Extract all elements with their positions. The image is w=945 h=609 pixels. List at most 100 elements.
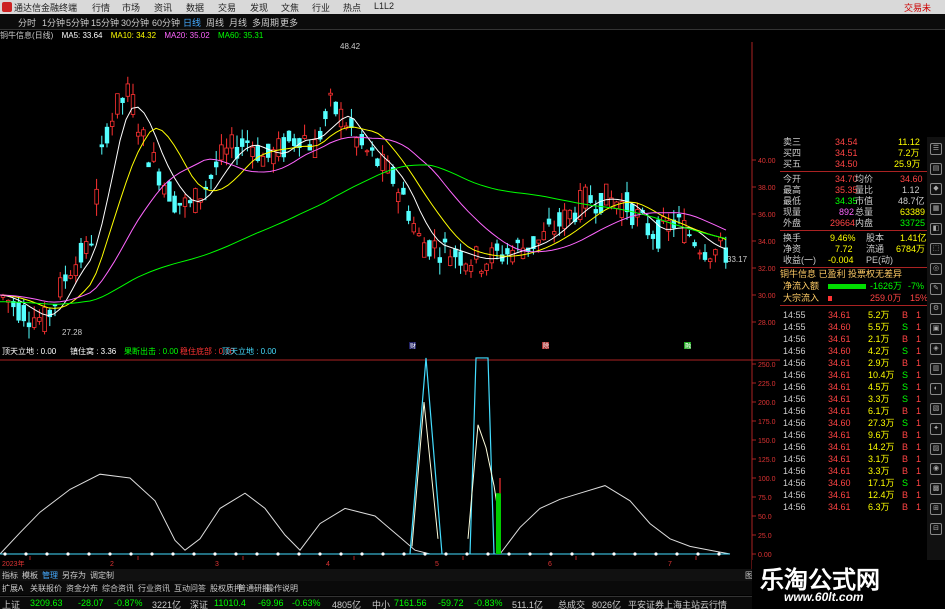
tick-row: 14:56 34.61 6.1万 B 1 [783, 406, 922, 416]
candle-body [630, 203, 635, 226]
stock-name: 铜牛信息(日线) [0, 31, 54, 40]
time-label: 2023年 [2, 559, 25, 568]
baseline-dot [66, 552, 70, 556]
candle-body [99, 144, 104, 148]
baseline-dot [486, 552, 490, 556]
bottom-tab[interactable]: 管理 [42, 570, 58, 581]
tool-icon[interactable]: ⊟ [930, 523, 942, 535]
menu-item[interactable]: 文焦 [281, 1, 299, 14]
candle-body [676, 213, 682, 218]
info-tab[interactable]: 综合资讯 [102, 583, 134, 594]
tool-icon[interactable]: ◉ [930, 463, 942, 475]
baseline-dot [402, 552, 406, 556]
tool-strip: ☰ ▤ ◆ ▦ ◧ ⬚ ◎ ✎ ⚙ ▣ ◈ ▥ ◐ ▧ ✦ ▨ ◉ ▩ ⊞ ⊟ [927, 137, 945, 597]
tool-icon[interactable]: ◎ [930, 263, 942, 275]
candle-body [702, 252, 708, 260]
baseline-dot [192, 552, 196, 556]
tool-icon[interactable]: ☰ [930, 143, 942, 155]
candle-body [354, 137, 359, 148]
tool-icon[interactable]: ✦ [930, 423, 942, 435]
index-sz-label[interactable]: 深证 [190, 598, 208, 609]
tick-row: 14:56 34.61 4.5万 S 1 [783, 382, 922, 392]
tool-icon[interactable]: ⚙ [930, 303, 942, 315]
info-tab[interactable]: 行业资讯 [138, 583, 170, 594]
tool-icon[interactable]: ◧ [930, 223, 942, 235]
tool-icon[interactable]: ⊞ [930, 503, 942, 515]
menu-item[interactable]: 发现 [250, 1, 268, 14]
candle-body [552, 231, 557, 235]
menu-item[interactable]: 数据 [186, 1, 204, 14]
baseline-dot [549, 552, 553, 556]
index-sme-label[interactable]: 中小 [372, 598, 390, 609]
server-status[interactable]: 平安证券上海主站云行情 [628, 598, 727, 609]
baseline-dot [717, 552, 721, 556]
tool-icon[interactable]: ◈ [930, 343, 942, 355]
candle-body [395, 192, 401, 202]
candle-body [349, 118, 354, 128]
tab-intraday[interactable]: 分时 [18, 16, 36, 29]
info-tab[interactable]: 扩展A [2, 583, 23, 594]
menu-item[interactable]: 资讯 [154, 1, 172, 14]
index-sz-chg: -69.96 [258, 598, 284, 608]
tab-monthly[interactable]: 月线 [229, 16, 247, 29]
app-title: 通达信金融终端 [14, 3, 78, 13]
tool-icon[interactable]: ◐ [930, 383, 942, 395]
candle-body [692, 242, 697, 247]
tool-icon[interactable]: ✎ [930, 283, 942, 295]
tab-15min[interactable]: 15分钟 [91, 16, 119, 29]
menu-item[interactable]: 行情 [92, 1, 110, 14]
menu-item[interactable]: 行业 [312, 1, 330, 14]
tool-icon[interactable]: ▣ [930, 323, 942, 335]
tab-30min[interactable]: 30分钟 [121, 16, 149, 29]
tool-icon[interactable]: ▧ [930, 403, 942, 415]
menu-item[interactable]: 市场 [122, 1, 140, 14]
tool-icon[interactable]: ▩ [930, 483, 942, 495]
info-tab[interactable]: 互动问答 [174, 583, 206, 594]
info-tab[interactable]: 关联报价 [30, 583, 62, 594]
tab-5min[interactable]: 5分钟 [66, 16, 89, 29]
tool-icon[interactable]: ▦ [930, 203, 942, 215]
tool-icon[interactable]: ▨ [930, 443, 942, 455]
menu-item[interactable]: 热点 [343, 1, 361, 14]
tab-daily[interactable]: 日线 [183, 16, 201, 29]
tool-icon[interactable]: ▥ [930, 363, 942, 375]
candle-body [89, 243, 94, 246]
baseline-dot [87, 552, 91, 556]
candle-body [562, 209, 567, 230]
candle-body [167, 181, 172, 202]
menu-item[interactable]: L1L2 [374, 1, 394, 11]
chart-area[interactable]: 40.0038.0036.0034.0032.0030.0028.00 48.4… [0, 42, 780, 569]
tick-row: 14:56 34.61 3.3万 B 1 [783, 466, 922, 476]
time-label: 2 [110, 561, 114, 568]
baseline-dot [213, 552, 217, 556]
tab-more[interactable]: 更多 [280, 16, 298, 29]
info-tab[interactable]: 操作说明 [266, 583, 298, 594]
bottom-tab[interactable]: 指标 [2, 570, 18, 581]
tab-weekly[interactable]: 周线 [206, 16, 224, 29]
candle-body [73, 264, 78, 276]
bottom-tab[interactable]: 模板 [22, 570, 38, 581]
bottom-tab[interactable]: 另存为 [62, 570, 86, 581]
candle-body [219, 144, 224, 161]
menu-item[interactable]: 交易 [218, 1, 236, 14]
tab-60min[interactable]: 60分钟 [152, 16, 180, 29]
baseline-dot [297, 552, 301, 556]
ma20-label: MA20: 35.02 [164, 31, 210, 40]
tab-1min[interactable]: 1分钟 [42, 16, 65, 29]
candle-body [593, 209, 598, 214]
tool-icon[interactable]: ▤ [930, 163, 942, 175]
tool-icon[interactable]: ◆ [930, 183, 942, 195]
bottom-tab[interactable]: 调定制 [90, 570, 114, 581]
company-info[interactable]: 铜牛信息 已盈利 投票权无差异 [780, 269, 927, 280]
tick-row: 14:56 34.60 4.2万 S 1 [783, 346, 922, 356]
tool-icon[interactable]: ⬚ [930, 243, 942, 255]
index-sme-amt: 511.1亿 [512, 600, 543, 609]
tab-multi-period[interactable]: 多周期 [252, 16, 279, 29]
trade-button[interactable]: 交易未 [904, 1, 931, 14]
info-tab[interactable]: 资金分布 [66, 583, 98, 594]
baseline-dot [591, 552, 595, 556]
tick-row: 14:55 34.61 5.2万 B 1 [783, 310, 922, 320]
index-sh-label[interactable]: 上证 [2, 598, 20, 609]
marker-finance-label: 财 [410, 342, 416, 350]
candle-body [78, 242, 84, 263]
